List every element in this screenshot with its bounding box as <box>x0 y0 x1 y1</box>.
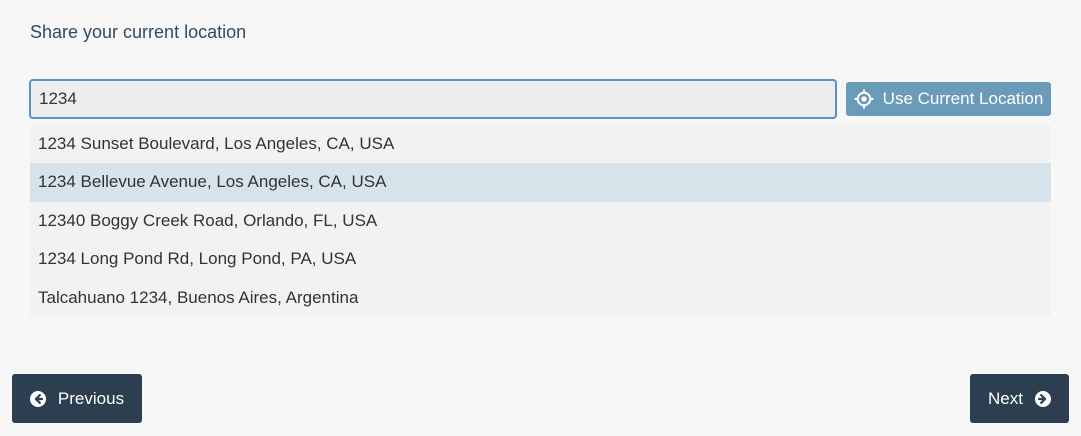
suggestion-item[interactable]: 1234 Sunset Boulevard, Los Angeles, CA, … <box>30 125 1051 163</box>
use-current-location-label: Use Current Location <box>882 89 1044 108</box>
location-search-input[interactable] <box>29 79 837 119</box>
next-button[interactable]: Next <box>970 374 1069 423</box>
location-step: Share your current location Use Current … <box>0 0 1081 436</box>
previous-label: Previous <box>57 388 125 408</box>
suggestion-item[interactable]: 12340 Boggy Creek Road, Orlando, FL, USA <box>30 202 1051 240</box>
suggestion-item[interactable]: Talcahuano 1234, Buenos Aires, Argentina <box>30 279 1051 317</box>
page-title: Share your current location <box>30 22 247 42</box>
use-current-location-button[interactable]: Use Current Location <box>846 82 1051 116</box>
suggestion-item[interactable]: 1234 Long Pond Rd, Long Pond, PA, USA <box>30 240 1051 278</box>
arrow-circle-right-icon <box>1034 390 1051 407</box>
address-suggestions-list: 1234 Sunset Boulevard, Los Angeles, CA, … <box>30 125 1051 317</box>
crosshair-icon <box>854 89 874 109</box>
next-label: Next <box>988 388 1023 408</box>
location-search-row: Use Current Location <box>29 79 1051 119</box>
suggestion-item[interactable]: 1234 Bellevue Avenue, Los Angeles, CA, U… <box>30 163 1051 202</box>
arrow-circle-left-icon <box>29 390 46 407</box>
previous-button[interactable]: Previous <box>12 374 142 423</box>
